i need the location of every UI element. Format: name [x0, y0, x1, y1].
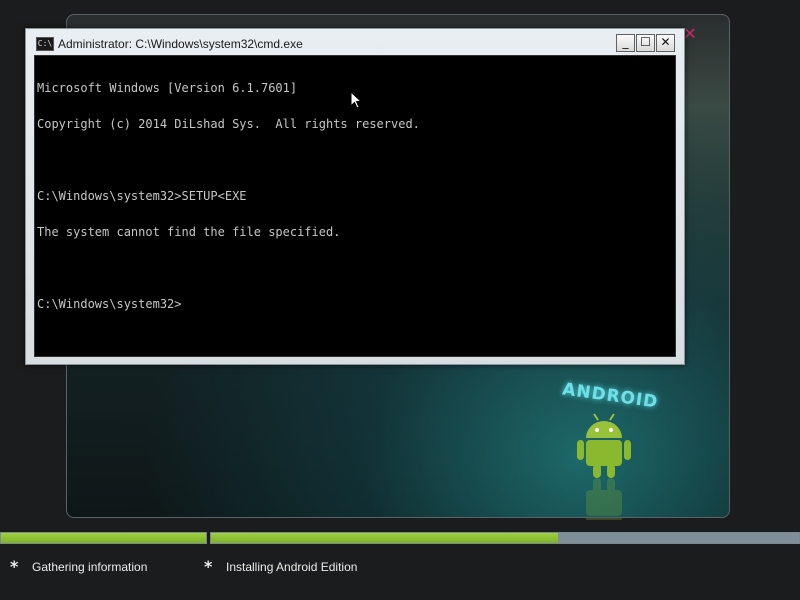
step-star-icon: *	[10, 556, 19, 576]
console-prompt[interactable]: C:\Windows\system32>	[37, 298, 673, 310]
step-label: Gathering information	[32, 559, 148, 574]
console-line: Copyright (c) 2014 DiLshad Sys. All righ…	[37, 117, 420, 131]
step-label: Installing Android Edition	[226, 559, 358, 574]
cmd-app-icon: C:\	[36, 37, 54, 51]
cmd-window-title: Administrator: C:\Windows\system32\cmd.e…	[58, 37, 303, 51]
progress-area	[0, 532, 800, 546]
step-installing-android: * Installing Android Edition	[204, 556, 357, 576]
progress-fill-gathering	[1, 533, 206, 543]
cmd-window[interactable]: C:\ Administrator: C:\Windows\system32\c…	[25, 28, 685, 365]
console-line: C:\Windows\system32>SETUP<EXE	[37, 189, 247, 203]
maximize-button[interactable]: ☐	[636, 34, 655, 52]
progress-fill-installing	[211, 533, 558, 543]
mouse-pointer-icon	[350, 91, 362, 109]
progress-bar-gathering	[0, 532, 207, 544]
step-star-icon: *	[204, 556, 213, 576]
console-line: The system cannot find the file specifie…	[37, 225, 341, 239]
minimize-button[interactable]: _	[616, 34, 635, 52]
android-robot-icon	[577, 413, 631, 520]
step-gathering-information: * Gathering information	[10, 556, 147, 576]
setup-steps: * Gathering information * Installing Andro…	[0, 556, 800, 580]
progress-bar-installing	[210, 532, 800, 544]
close-button[interactable]: ✕	[656, 34, 675, 52]
